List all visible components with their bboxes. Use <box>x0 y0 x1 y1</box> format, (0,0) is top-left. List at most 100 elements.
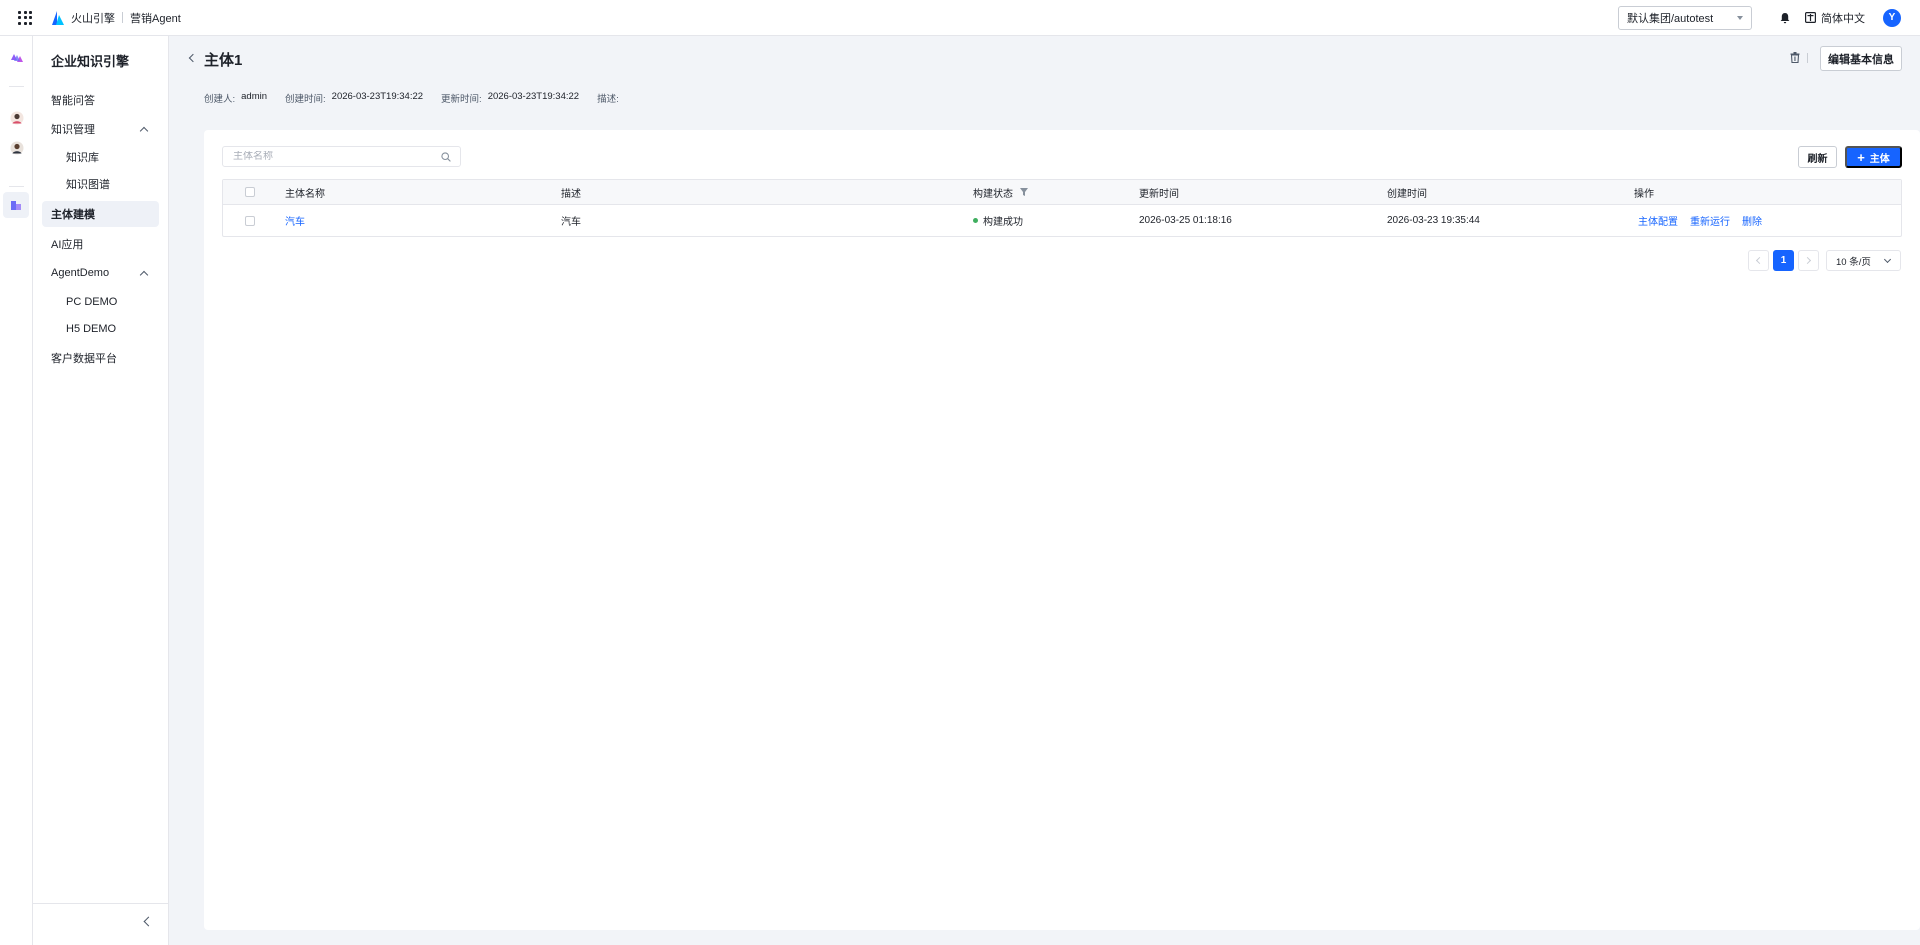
created-time-value: 2026-03-23T19:34:22 <box>331 91 424 102</box>
header-divider <box>1807 53 1808 63</box>
sidebar-item-knowledge-management[interactable]: 知识管理 <box>42 116 159 142</box>
col-header-status: 构建状态 <box>973 180 1028 204</box>
row-select-cell <box>245 205 255 236</box>
user-avatar[interactable]: Y <box>1883 8 1901 27</box>
creator-value: admin <box>241 91 268 102</box>
refresh-button[interactable]: 刷新 <box>1798 146 1837 168</box>
sidebar-item-entity-modeling[interactable]: 主体建模 <box>42 201 159 227</box>
entity-table: 主体名称 描述 构建状态 更新时间 创建时间 操作 汽车 汽车 构建成功 202… <box>222 179 1902 237</box>
entity-updated-time: 2026-03-25 01:18:16 <box>1139 215 1232 226</box>
org-select[interactable]: 默认集团/autotest <box>1618 5 1752 30</box>
delete-link[interactable]: 删除 <box>1742 213 1762 228</box>
sidebar-item-label: PC DEMO <box>66 296 118 308</box>
sidebar-item-agent-demo[interactable]: AgentDemo <box>42 260 159 286</box>
chevron-up-icon <box>139 270 149 279</box>
sidebar-item-knowledge-graph[interactable]: 知识图谱 <box>42 171 159 197</box>
rail-divider <box>9 186 24 187</box>
col-header-status-label: 构建状态 <box>973 188 1013 200</box>
description-label: 描述: <box>597 94 619 105</box>
select-all-cell <box>245 180 255 204</box>
sidebar-item-label: AI应用 <box>51 239 84 251</box>
sidebar: 企业知识引擎 智能问答 知识管理 知识库 知识图谱 主体建模 AI应用 Agen… <box>33 36 169 945</box>
sidebar-footer <box>33 903 168 945</box>
brand-divider <box>122 12 123 23</box>
sidebar-item-knowledge-base[interactable]: 知识库 <box>42 144 159 170</box>
volcengine-logo-icon <box>52 10 64 25</box>
entity-status: 构建成功 <box>973 205 1023 236</box>
app-grid-icon[interactable] <box>18 10 32 25</box>
status-success-dot <box>973 218 978 223</box>
sidebar-item-label: 主体建模 <box>51 209 95 221</box>
page-title: 主体1 <box>204 52 243 69</box>
sidebar-item-label: 知识管理 <box>51 124 95 136</box>
sidebar-item-label: AgentDemo <box>51 267 110 279</box>
row-checkbox[interactable] <box>245 215 255 226</box>
page-size-value: 10 条/页 <box>1836 256 1871 268</box>
prev-page-button[interactable] <box>1748 250 1769 271</box>
col-header-actions: 操作 <box>1634 188 1654 200</box>
sidebar-item-pc-demo[interactable]: PC DEMO <box>42 289 159 315</box>
rail-item-knowledge-engine[interactable] <box>7 48 27 68</box>
collapse-sidebar-icon[interactable] <box>143 916 154 927</box>
male-avatar-icon <box>10 141 24 155</box>
updated-time-label: 更新时间: <box>441 94 482 105</box>
app-rail <box>0 36 33 945</box>
entity-meta: 创建人: admin 创建时间: 2026-03-23T19:34:22 更新时… <box>204 91 625 105</box>
next-page-button[interactable] <box>1798 250 1819 271</box>
rail-item-digital-human-1[interactable] <box>7 108 27 128</box>
chevron-right-icon <box>1803 256 1812 265</box>
back-icon[interactable] <box>188 53 198 63</box>
sidebar-item-label: H5 DEMO <box>66 323 117 335</box>
col-header-description: 描述 <box>561 188 581 200</box>
sidebar-item-h5-demo[interactable]: H5 DEMO <box>42 316 159 342</box>
filter-icon[interactable] <box>1020 188 1028 196</box>
entity-actions: 主体配置 重新运行 删除 <box>1638 205 1774 236</box>
sidebar-item-smart-qa[interactable]: 智能问答 <box>42 87 159 113</box>
rail-item-digital-human-2[interactable] <box>7 138 27 158</box>
language-switch[interactable]: 简体中文 <box>1805 10 1865 26</box>
col-header-name: 主体名称 <box>285 188 325 200</box>
bell-icon[interactable] <box>1779 12 1791 24</box>
triangles-logo-icon <box>11 54 23 62</box>
entity-description: 汽车 <box>561 217 581 228</box>
product-name: 营销Agent <box>130 12 181 25</box>
entity-created-time: 2026-03-23 19:35:44 <box>1387 215 1480 226</box>
entity-list-card: 刷新 + 主体 主体名称 描述 构建状态 更新时间 创建时间 操作 汽车 汽车 … <box>204 130 1920 930</box>
created-time-label: 创建时间: <box>285 94 326 105</box>
chevron-left-icon <box>1755 256 1764 265</box>
language-label: 简体中文 <box>1821 12 1865 25</box>
edit-basic-info-button[interactable]: 编辑基本信息 <box>1820 46 1902 71</box>
top-bar: 火山引擎 营销Agent 默认集团/autotest 简体中文 Y <box>0 0 1920 36</box>
pagination: 1 10 条/页 <box>1748 250 1901 271</box>
sidebar-item-label: 客户数据平台 <box>51 353 117 365</box>
sidebar-item-ai-apps[interactable]: AI应用 <box>42 231 159 257</box>
org-select-value: 默认集团/autotest <box>1627 12 1714 25</box>
plus-icon: + <box>1857 149 1865 165</box>
add-entity-label: 主体 <box>1869 153 1890 165</box>
page-size-select[interactable]: 10 条/页 <box>1826 250 1901 271</box>
brand-name: 火山引擎 <box>71 12 115 25</box>
updated-time-value: 2026-03-23T19:34:22 <box>487 91 580 102</box>
trash-icon[interactable] <box>1790 52 1800 63</box>
rerun-link[interactable]: 重新运行 <box>1690 213 1730 228</box>
sidebar-item-label: 智能问答 <box>51 95 95 107</box>
status-label: 构建成功 <box>983 217 1023 228</box>
sidebar-item-label: 知识库 <box>66 152 99 164</box>
sidebar-title: 企业知识引擎 <box>51 54 130 69</box>
creator-label: 创建人: <box>204 94 236 105</box>
entity-name-link[interactable]: 汽车 <box>285 205 305 236</box>
rail-item-enterprise[interactable] <box>3 192 29 218</box>
search-icon[interactable] <box>441 152 451 162</box>
table-row: 汽车 汽车 构建成功 2026-03-25 01:18:16 2026-03-2… <box>223 205 1901 236</box>
table-header: 主体名称 描述 构建状态 更新时间 创建时间 操作 <box>223 180 1901 205</box>
add-entity-button[interactable]: + 主体 <box>1845 146 1902 168</box>
select-all-checkbox[interactable] <box>245 187 255 197</box>
entity-config-link[interactable]: 主体配置 <box>1638 213 1678 228</box>
page-1-button[interactable]: 1 <box>1773 250 1794 271</box>
col-header-updated: 更新时间 <box>1139 188 1179 200</box>
search-input[interactable] <box>233 151 433 162</box>
chevron-down-icon <box>1883 255 1892 263</box>
rail-divider <box>9 86 24 87</box>
language-icon <box>1805 12 1816 23</box>
sidebar-item-cdp[interactable]: 客户数据平台 <box>42 345 159 371</box>
